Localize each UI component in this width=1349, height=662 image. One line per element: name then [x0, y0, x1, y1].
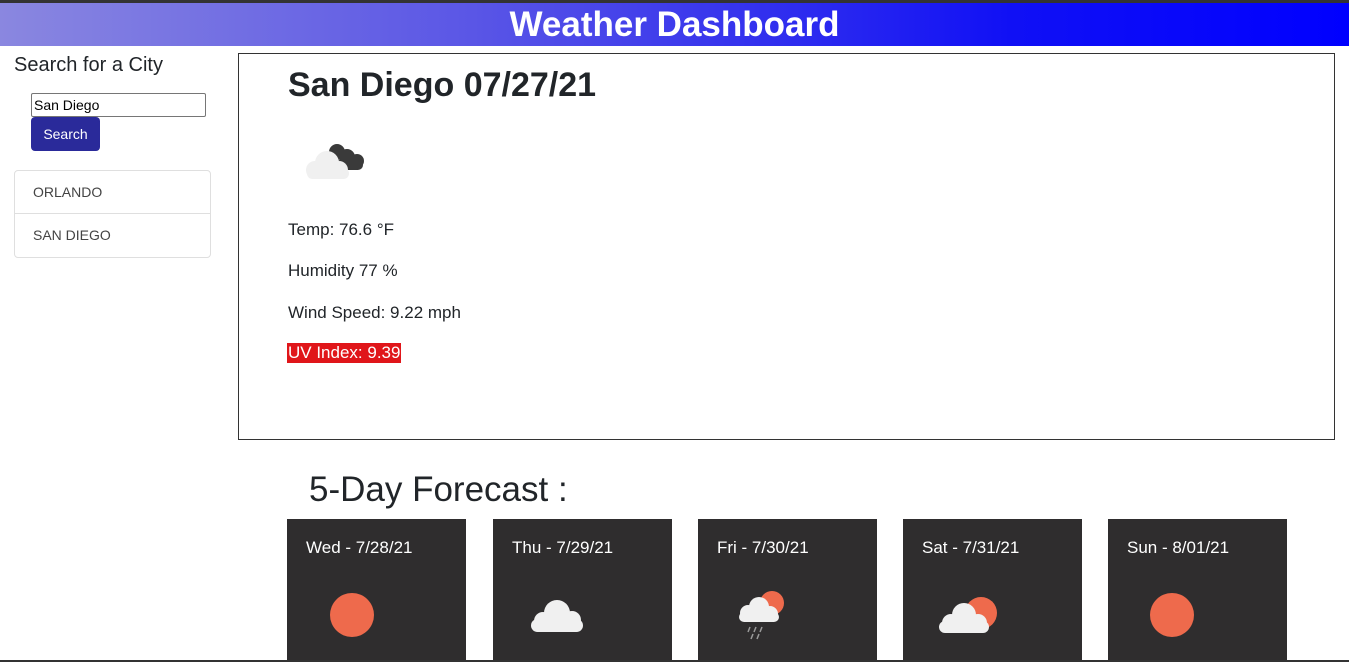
broken-clouds-icon	[306, 144, 364, 179]
rain-sun-icon	[739, 591, 784, 640]
forecast-card-4: Sat - 7/31/21	[903, 519, 1082, 662]
app-header: Weather Dashboard	[0, 3, 1349, 46]
search-history-list: ORLANDO SAN DIEGO	[14, 170, 211, 258]
sun-icon	[1150, 593, 1194, 637]
forecast-date: Thu - 7/29/21	[512, 538, 614, 557]
uv-index-badge: UV Index: 9.39	[287, 343, 402, 363]
forecast-date: Sat - 7/31/21	[922, 538, 1020, 557]
forecast-card-1: Wed - 7/28/21	[287, 519, 466, 662]
forecast-date: Wed - 7/28/21	[306, 538, 413, 557]
forecast-card-5: Sun - 8/01/21	[1108, 519, 1287, 662]
search-button[interactable]: Search	[31, 117, 100, 151]
forecast-date: Fri - 7/30/21	[717, 538, 809, 557]
forecast-heading: 5-Day Forecast :	[309, 470, 568, 509]
city-date-heading: San Diego 07/27/21	[288, 66, 597, 104]
history-item-orlando[interactable]: ORLANDO	[15, 171, 210, 214]
page-title: Weather Dashboard	[509, 4, 840, 44]
search-heading: Search for a City	[14, 54, 163, 76]
forecast-card-3: Fri - 7/30/21	[698, 519, 877, 662]
partly-cloudy-icon	[939, 597, 997, 633]
forecast-date: Sun - 8/01/21	[1127, 538, 1230, 557]
temperature-text: Temp: 76.6 °F	[288, 220, 395, 239]
cloud-icon	[531, 600, 583, 632]
wind-speed-text: Wind Speed: 9.22 mph	[288, 303, 461, 322]
forecast-card-2: Thu - 7/29/21	[493, 519, 672, 662]
current-weather-card: San Diego 07/27/21 Temp: 76.6 °F Humidit…	[238, 53, 1335, 440]
history-item-san-diego[interactable]: SAN DIEGO	[15, 214, 210, 257]
sun-icon	[330, 593, 374, 637]
humidity-text: Humidity 77 %	[288, 261, 398, 280]
city-search-input[interactable]	[31, 93, 206, 117]
